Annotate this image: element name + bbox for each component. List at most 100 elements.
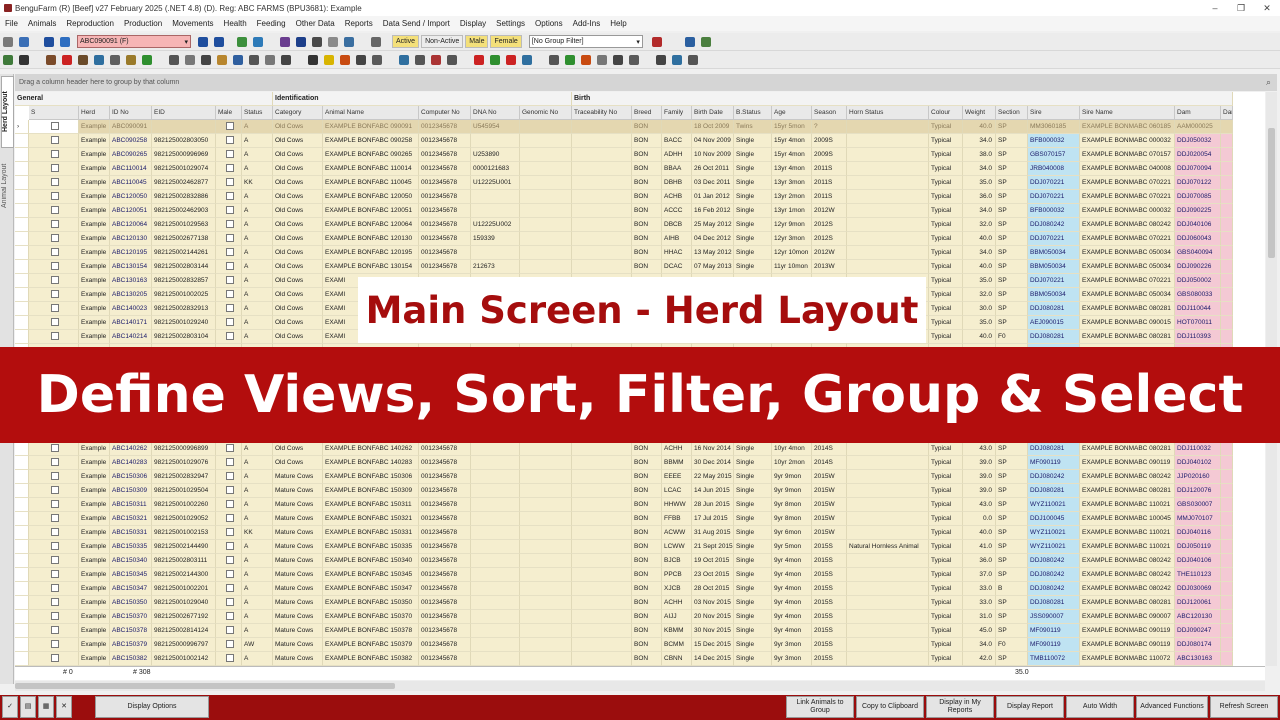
column-header-season[interactable]: Season bbox=[812, 106, 847, 120]
row-indicator[interactable] bbox=[15, 176, 29, 190]
filter-active-button[interactable]: Active bbox=[392, 35, 420, 48]
column-header-status[interactable]: Status bbox=[242, 106, 273, 120]
row-indicator[interactable] bbox=[15, 540, 29, 554]
select-checkbox[interactable] bbox=[50, 220, 59, 229]
select-checkbox[interactable] bbox=[50, 514, 59, 523]
table-row[interactable]: Example ABC150347 982125001002201 A Mature C… bbox=[15, 582, 1265, 596]
menu-item-settings[interactable]: Settings bbox=[491, 19, 530, 28]
auto-width-button[interactable]: Auto Width bbox=[1066, 696, 1134, 718]
column-header-id-no[interactable]: ID No bbox=[110, 106, 152, 120]
column-header-b-status[interactable]: B.Status bbox=[734, 106, 772, 120]
table-row[interactable]: Example ABC150345 982125002144300 A Mature C… bbox=[15, 568, 1265, 582]
select-checkbox[interactable] bbox=[50, 570, 59, 579]
select-checkbox[interactable] bbox=[50, 192, 59, 201]
chart-icon[interactable] bbox=[344, 36, 354, 47]
group-filter-select[interactable]: [No Group Filter] ▾ bbox=[528, 35, 643, 48]
back-icon[interactable] bbox=[214, 36, 224, 47]
arrow-right-icon[interactable] bbox=[60, 36, 70, 47]
info-icon[interactable] bbox=[296, 36, 306, 47]
row-indicator[interactable] bbox=[15, 316, 29, 330]
layout-icon[interactable]: ▦ bbox=[38, 696, 54, 718]
menu-item-health[interactable]: Health bbox=[219, 19, 252, 28]
refresh-icon[interactable] bbox=[237, 36, 247, 47]
filter-male-button[interactable]: Male bbox=[465, 35, 489, 48]
row-indicator[interactable] bbox=[15, 274, 29, 288]
select-cell[interactable] bbox=[29, 218, 79, 232]
menu-item-animals[interactable]: Animals bbox=[23, 19, 61, 28]
link-animals-to-group-button[interactable]: Link Animals to Group bbox=[786, 696, 854, 718]
tag-icon[interactable] bbox=[280, 36, 290, 47]
select-cell[interactable] bbox=[29, 470, 79, 484]
next-icon[interactable] bbox=[198, 36, 208, 47]
table-row[interactable]: › Example ABC090091 A Old Cows EXAMPLE BONFAB… bbox=[15, 120, 1265, 134]
menu-item-options[interactable]: Options bbox=[530, 19, 568, 28]
export-icon[interactable]: ▤ bbox=[20, 696, 36, 718]
column-header-s[interactable]: S bbox=[29, 106, 79, 120]
select-checkbox[interactable] bbox=[50, 136, 59, 145]
money-icon[interactable] bbox=[565, 54, 575, 65]
select-cell[interactable] bbox=[29, 498, 79, 512]
row-indicator[interactable] bbox=[15, 596, 29, 610]
select-cell[interactable] bbox=[29, 232, 79, 246]
tractor-icon[interactable] bbox=[581, 54, 591, 65]
select-checkbox[interactable] bbox=[50, 486, 59, 495]
arrow-left-icon[interactable] bbox=[44, 36, 54, 47]
select-cell[interactable] bbox=[29, 610, 79, 624]
close-icon[interactable]: ✕ bbox=[1254, 3, 1280, 14]
field-icon[interactable] bbox=[629, 54, 639, 65]
select-checkbox[interactable] bbox=[50, 122, 59, 131]
measure-icon[interactable] bbox=[265, 54, 275, 65]
column-header-dam[interactable]: Dam bbox=[1221, 106, 1233, 120]
cross-icon[interactable] bbox=[356, 54, 366, 65]
select-cell[interactable] bbox=[29, 596, 79, 610]
row-indicator[interactable] bbox=[15, 610, 29, 624]
refresh-screen-button[interactable]: Refresh Screen bbox=[1210, 696, 1278, 718]
select-cell[interactable] bbox=[29, 568, 79, 582]
row-indicator[interactable] bbox=[15, 512, 29, 526]
pill-icon[interactable] bbox=[490, 54, 500, 65]
select-checkbox[interactable] bbox=[50, 626, 59, 635]
pen-icon[interactable] bbox=[201, 54, 211, 65]
column-header-category[interactable]: Category bbox=[273, 106, 323, 120]
scale-icon[interactable] bbox=[110, 54, 120, 65]
table-row[interactable]: Example ABC150350 982125001029040 A Mature C… bbox=[15, 596, 1265, 610]
menu-item-production[interactable]: Production bbox=[119, 19, 167, 28]
select-checkbox[interactable] bbox=[50, 178, 59, 187]
arrow-icon[interactable] bbox=[415, 54, 425, 65]
row-indicator[interactable] bbox=[15, 442, 29, 456]
column-header-animal-name[interactable]: Animal Name bbox=[323, 106, 419, 120]
target-icon[interactable] bbox=[340, 54, 350, 65]
column-header-sire-name[interactable]: Sire Name bbox=[1080, 106, 1175, 120]
column-header-family[interactable]: Family bbox=[662, 106, 692, 120]
select-checkbox[interactable] bbox=[50, 472, 59, 481]
row-indicator[interactable] bbox=[15, 526, 29, 540]
table-row[interactable]: Example ABC150311 982125001002260 A Mature C… bbox=[15, 498, 1265, 512]
select-checkbox[interactable] bbox=[50, 318, 59, 327]
table-row[interactable]: Example ABC150321 982125001029052 A Mature C… bbox=[15, 512, 1265, 526]
table-row[interactable]: Example ABC150331 982125001002153 KK Mature … bbox=[15, 526, 1265, 540]
menu-item-file[interactable]: File bbox=[0, 19, 23, 28]
select-checkbox[interactable] bbox=[50, 654, 59, 663]
column-header-dam[interactable]: Dam bbox=[1175, 106, 1221, 120]
export-icon[interactable] bbox=[672, 54, 682, 65]
select-checkbox[interactable] bbox=[50, 556, 59, 565]
row-indicator[interactable] bbox=[15, 134, 29, 148]
health-icon[interactable] bbox=[506, 54, 516, 65]
select-checkbox[interactable] bbox=[50, 542, 59, 551]
menu-item-help[interactable]: Help bbox=[605, 19, 631, 28]
table-row[interactable]: Example ABC090258 982125002803050 A Old Cows… bbox=[15, 134, 1265, 148]
table-row[interactable]: Example ABC140262 982125000996899 A Old Cows… bbox=[15, 442, 1265, 456]
printer-icon[interactable] bbox=[371, 36, 381, 47]
table-row[interactable]: Example ABC120064 982125001029563 A Old Cows… bbox=[15, 218, 1265, 232]
row-indicator[interactable]: › bbox=[15, 120, 29, 134]
select-cell[interactable] bbox=[29, 134, 79, 148]
row-indicator[interactable] bbox=[15, 568, 29, 582]
column-header-dna-no[interactable]: DNA No bbox=[471, 106, 520, 120]
select-checkbox[interactable] bbox=[50, 248, 59, 257]
table-row[interactable]: Example ABC140283 982125001029076 A Old Cows… bbox=[15, 456, 1265, 470]
column-header-eid[interactable]: EID bbox=[152, 106, 216, 120]
column-header-section[interactable]: Section bbox=[996, 106, 1028, 120]
table-row[interactable]: Example ABC150306 982125002832947 A Mature C… bbox=[15, 470, 1265, 484]
barcode-icon[interactable] bbox=[549, 54, 559, 65]
needle-icon[interactable] bbox=[447, 54, 457, 65]
